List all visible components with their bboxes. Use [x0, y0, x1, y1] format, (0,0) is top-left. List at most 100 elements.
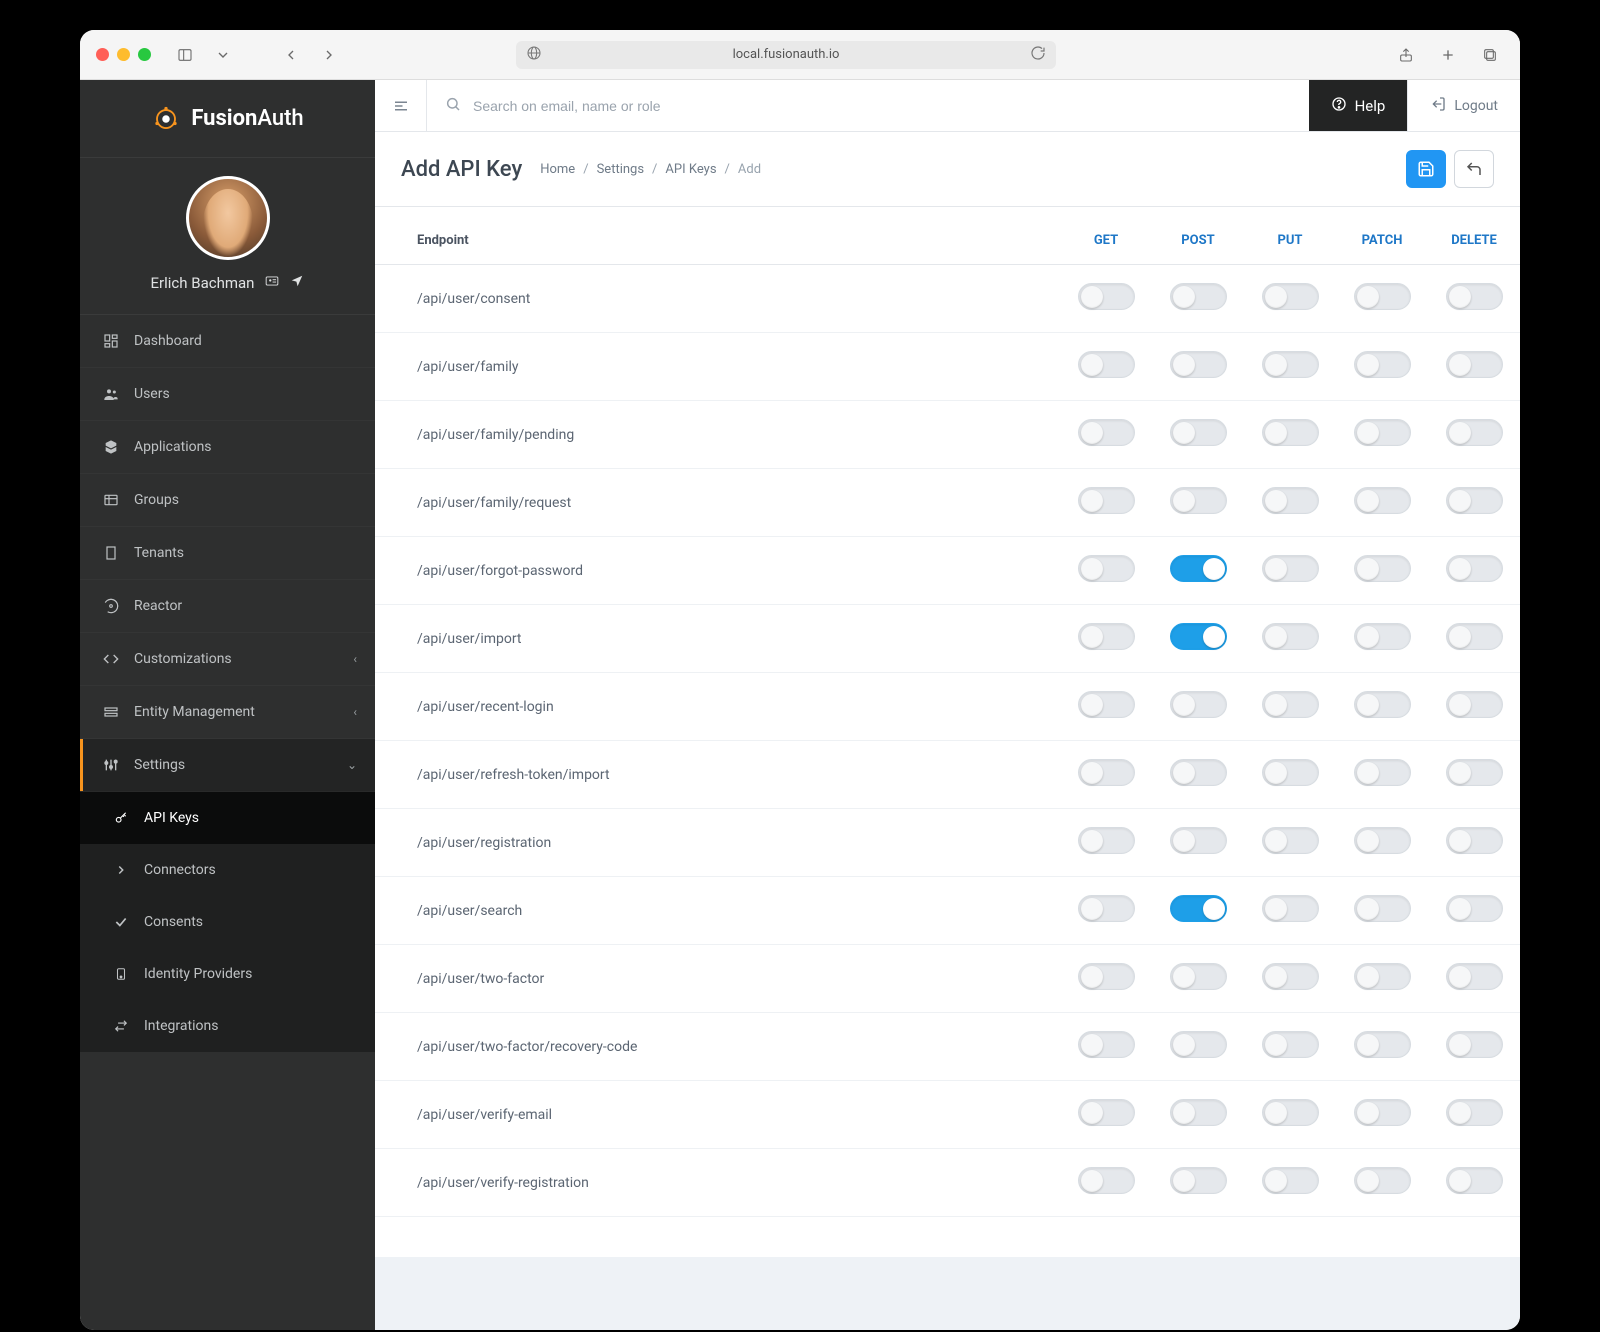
toggle-delete[interactable]: [1446, 487, 1503, 514]
toggle-post[interactable]: [1170, 1099, 1227, 1126]
toggle-delete[interactable]: [1446, 1167, 1503, 1194]
sidebar-item-groups[interactable]: Groups: [80, 474, 375, 527]
sidebar-subitem-integrations[interactable]: Integrations: [80, 1000, 375, 1052]
toggle-put[interactable]: [1262, 963, 1319, 990]
toggle-patch[interactable]: [1354, 759, 1411, 786]
toggle-post[interactable]: [1170, 759, 1227, 786]
toggle-delete[interactable]: [1446, 1099, 1503, 1126]
toggle-get[interactable]: [1078, 963, 1135, 990]
toggle-put[interactable]: [1262, 691, 1319, 718]
toggle-patch[interactable]: [1354, 1167, 1411, 1194]
toggle-put[interactable]: [1262, 759, 1319, 786]
back-action-button[interactable]: [1454, 150, 1494, 188]
toggle-get[interactable]: [1078, 283, 1135, 310]
sidebar-item-reactor[interactable]: Reactor: [80, 580, 375, 633]
toggle-patch[interactable]: [1354, 1031, 1411, 1058]
sidebar-item-users[interactable]: Users: [80, 368, 375, 421]
toggle-get[interactable]: [1078, 895, 1135, 922]
toggle-delete[interactable]: [1446, 283, 1503, 310]
toggle-put[interactable]: [1262, 1167, 1319, 1194]
toggle-post[interactable]: [1170, 963, 1227, 990]
help-button[interactable]: Help: [1309, 80, 1408, 131]
toggle-get[interactable]: [1078, 351, 1135, 378]
sidebar-subitem-api-keys[interactable]: API Keys: [80, 792, 375, 844]
toggle-delete[interactable]: [1446, 691, 1503, 718]
sidebar-item-entity-management[interactable]: Entity Management‹: [80, 686, 375, 739]
toggle-delete[interactable]: [1446, 419, 1503, 446]
toggle-patch[interactable]: [1354, 895, 1411, 922]
id-card-icon[interactable]: [264, 274, 280, 292]
toggle-delete[interactable]: [1446, 351, 1503, 378]
save-button[interactable]: [1406, 150, 1446, 188]
sidebar-subitem-consents[interactable]: Consents: [80, 896, 375, 948]
toggle-put[interactable]: [1262, 623, 1319, 650]
toggle-post[interactable]: [1170, 351, 1227, 378]
toggle-delete[interactable]: [1446, 895, 1503, 922]
forward-button[interactable]: [315, 41, 343, 69]
toggle-post[interactable]: [1170, 419, 1227, 446]
toggle-patch[interactable]: [1354, 691, 1411, 718]
sidebar-toggle-icon[interactable]: [171, 41, 199, 69]
toggle-post[interactable]: [1170, 691, 1227, 718]
toggle-delete[interactable]: [1446, 1031, 1503, 1058]
toggle-get[interactable]: [1078, 419, 1135, 446]
toggle-post[interactable]: [1170, 283, 1227, 310]
toggle-post[interactable]: [1170, 487, 1227, 514]
toggle-get[interactable]: [1078, 555, 1135, 582]
toggle-patch[interactable]: [1354, 351, 1411, 378]
toggle-delete[interactable]: [1446, 623, 1503, 650]
toggle-get[interactable]: [1078, 691, 1135, 718]
search-input[interactable]: [473, 98, 1291, 114]
sidebar-item-customizations[interactable]: Customizations‹: [80, 633, 375, 686]
toggle-post[interactable]: [1170, 1167, 1227, 1194]
sidebar-item-tenants[interactable]: Tenants: [80, 527, 375, 580]
breadcrumb-item[interactable]: API Keys: [665, 162, 716, 177]
toggle-post[interactable]: [1170, 895, 1227, 922]
maximize-window-button[interactable]: [138, 48, 151, 61]
avatar[interactable]: [186, 176, 270, 260]
breadcrumb-item[interactable]: Settings: [597, 162, 644, 177]
toggle-put[interactable]: [1262, 1099, 1319, 1126]
toggle-get[interactable]: [1078, 759, 1135, 786]
tabs-overview-icon[interactable]: [1476, 41, 1504, 69]
sidebar-subitem-connectors[interactable]: Connectors: [80, 844, 375, 896]
breadcrumb-item[interactable]: Home: [540, 162, 575, 177]
sidebar-item-dashboard[interactable]: Dashboard: [80, 315, 375, 368]
toggle-delete[interactable]: [1446, 759, 1503, 786]
toggle-patch[interactable]: [1354, 1099, 1411, 1126]
toggle-put[interactable]: [1262, 827, 1319, 854]
sidebar-item-applications[interactable]: Applications: [80, 421, 375, 474]
toggle-patch[interactable]: [1354, 827, 1411, 854]
back-button[interactable]: [277, 41, 305, 69]
toggle-put[interactable]: [1262, 1031, 1319, 1058]
toggle-get[interactable]: [1078, 623, 1135, 650]
toggle-delete[interactable]: [1446, 827, 1503, 854]
toggle-get[interactable]: [1078, 1167, 1135, 1194]
toggle-patch[interactable]: [1354, 419, 1411, 446]
minimize-window-button[interactable]: [117, 48, 130, 61]
toggle-patch[interactable]: [1354, 555, 1411, 582]
toggle-post[interactable]: [1170, 623, 1227, 650]
toggle-put[interactable]: [1262, 419, 1319, 446]
chevron-down-icon[interactable]: [209, 41, 237, 69]
collapse-sidebar-button[interactable]: [375, 80, 427, 131]
toggle-put[interactable]: [1262, 555, 1319, 582]
close-window-button[interactable]: [96, 48, 109, 61]
url-bar[interactable]: local.fusionauth.io: [516, 41, 1056, 69]
toggle-get[interactable]: [1078, 827, 1135, 854]
logout-button[interactable]: Logout: [1407, 80, 1520, 131]
share-icon[interactable]: [1392, 41, 1420, 69]
brand[interactable]: FusionAuth: [80, 80, 375, 158]
toggle-put[interactable]: [1262, 895, 1319, 922]
toggle-put[interactable]: [1262, 487, 1319, 514]
toggle-post[interactable]: [1170, 827, 1227, 854]
sidebar-item-settings[interactable]: Settings⌄: [80, 739, 375, 792]
toggle-patch[interactable]: [1354, 623, 1411, 650]
toggle-patch[interactable]: [1354, 963, 1411, 990]
toggle-get[interactable]: [1078, 1099, 1135, 1126]
toggle-get[interactable]: [1078, 1031, 1135, 1058]
toggle-get[interactable]: [1078, 487, 1135, 514]
sidebar-subitem-identity-providers[interactable]: Identity Providers: [80, 948, 375, 1000]
reload-icon[interactable]: [1030, 45, 1046, 65]
toggle-delete[interactable]: [1446, 963, 1503, 990]
